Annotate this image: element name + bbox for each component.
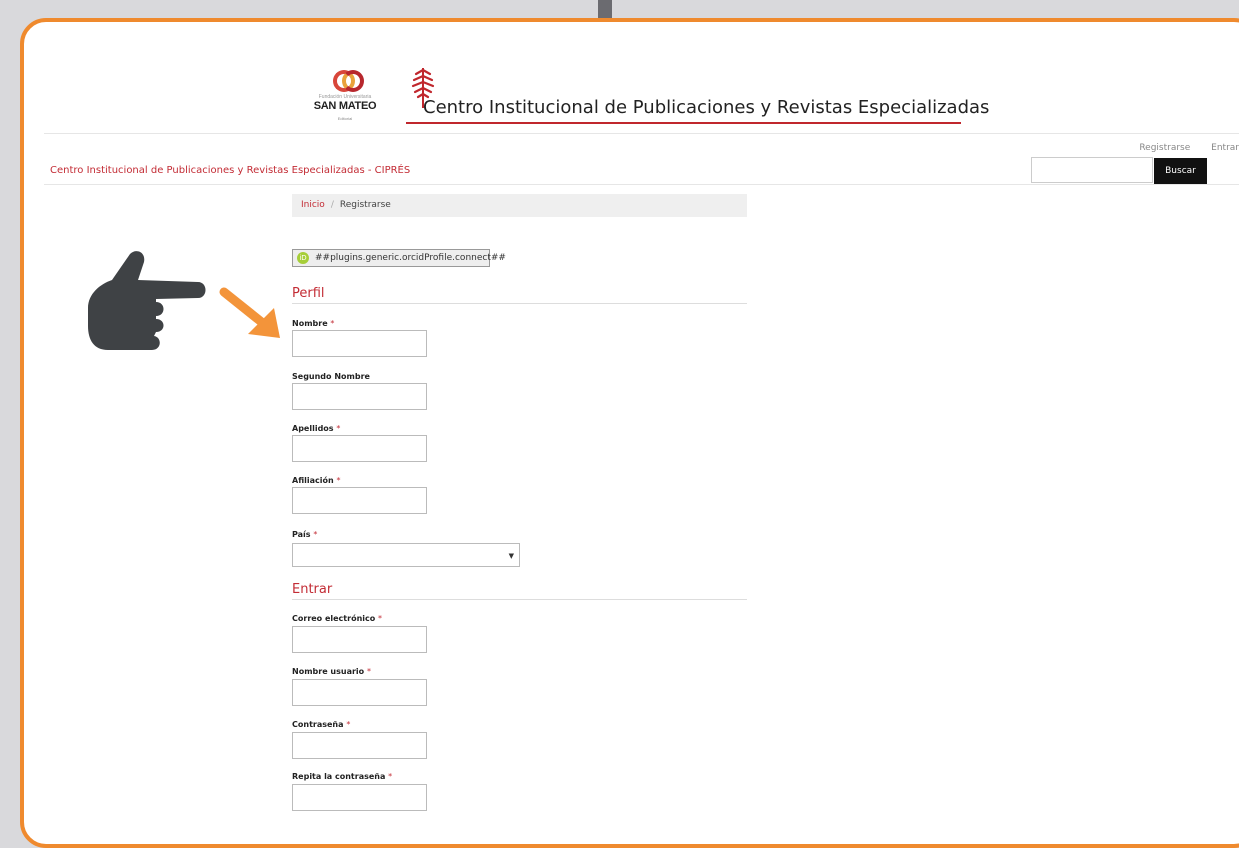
orange-arrow-icon	[219, 287, 280, 338]
orcid-label: ##plugins.generic.orcidProfile.connect##	[315, 253, 506, 263]
password-repeat-field[interactable]	[292, 784, 427, 811]
san-mateo-logo: Fundación Universitaria SAN MATEO Editor…	[313, 70, 377, 128]
banner-title: Centro Institucional de Publicaciones y …	[423, 97, 990, 118]
breadcrumb: Inicio / Registrarse	[292, 194, 747, 217]
logo-name: SAN MATEO	[313, 100, 377, 112]
breadcrumb-current: Registrarse	[339, 200, 391, 210]
search-button[interactable]: Buscar	[1154, 158, 1207, 184]
register-link[interactable]: Registrarse	[1139, 143, 1190, 153]
middle-name-field[interactable]	[292, 383, 427, 410]
username-label: Nombre usuario *	[292, 667, 371, 676]
username-field[interactable]	[292, 679, 427, 706]
search-input[interactable]	[1031, 157, 1153, 183]
password-label: Contraseña *	[292, 720, 351, 729]
site-header: Centro Institucional de Publicaciones y …	[44, 133, 1239, 185]
user-nav: Registrarse Entrar	[1121, 143, 1239, 153]
chevron-down-icon: ▼	[508, 552, 514, 560]
first-name-field[interactable]	[292, 330, 427, 357]
login-section-heading: Entrar	[292, 582, 747, 600]
logo-sub: Editorial	[337, 116, 353, 121]
email-field[interactable]	[292, 626, 427, 653]
password-repeat-label: Repita la contraseña *	[292, 772, 393, 781]
country-label: País *	[292, 530, 318, 539]
logo-mark-icon	[333, 70, 364, 92]
last-name-field[interactable]	[292, 435, 427, 462]
first-name-label: Nombre *	[292, 319, 335, 328]
password-field[interactable]	[292, 732, 427, 759]
breadcrumb-home-link[interactable]: Inicio	[301, 200, 325, 210]
login-link[interactable]: Entrar	[1211, 143, 1239, 153]
profile-section-heading: Perfil	[292, 286, 747, 304]
email-label: Correo electrónico *	[292, 614, 383, 623]
pointing-hand-icon	[88, 251, 206, 350]
middle-name-label: Segundo Nombre	[292, 372, 370, 381]
orcid-connect-button[interactable]: iD ##plugins.generic.orcidProfile.connec…	[292, 249, 506, 267]
banner-underline	[406, 122, 961, 124]
breadcrumb-separator: /	[330, 200, 334, 210]
affiliation-field[interactable]	[292, 487, 427, 514]
last-name-label: Apellidos *	[292, 424, 341, 433]
site-title-link[interactable]: Centro Institucional de Publicaciones y …	[50, 165, 410, 176]
affiliation-label: Afiliación *	[292, 476, 341, 485]
orcid-icon: iD	[297, 252, 309, 264]
country-select[interactable]: ▼	[292, 543, 520, 567]
